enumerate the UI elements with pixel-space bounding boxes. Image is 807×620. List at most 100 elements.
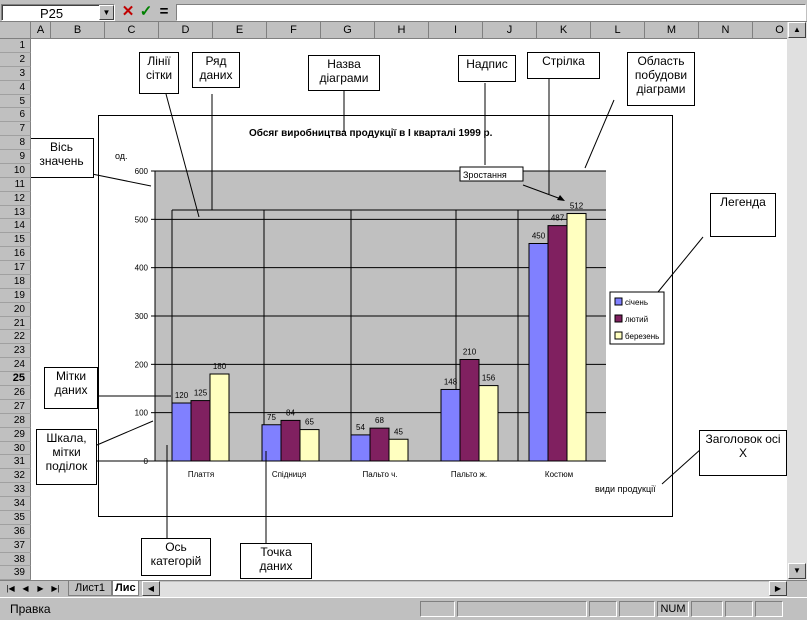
column-header-e[interactable]: E xyxy=(213,22,267,39)
column-header-j[interactable]: J xyxy=(483,22,537,39)
callout-data-series[interactable]: Ряд даних xyxy=(192,52,240,88)
last-sheet-icon[interactable]: ▶| xyxy=(49,582,62,596)
row-header-7[interactable]: 7 xyxy=(0,122,31,137)
bar-лютий-1[interactable] xyxy=(280,419,301,462)
equals-icon[interactable]: = xyxy=(155,4,173,21)
row-header-32[interactable]: 32 xyxy=(0,469,31,484)
row-header-5[interactable]: 5 xyxy=(0,94,31,109)
bar-березень-1[interactable] xyxy=(299,429,320,462)
callout-data-labels[interactable]: Мітки даних xyxy=(44,367,98,409)
row-header-36[interactable]: 36 xyxy=(0,524,31,539)
bar-березень-0[interactable] xyxy=(209,373,230,462)
bar-лютий-3[interactable] xyxy=(459,359,480,462)
callout-value-axis[interactable]: Вісь значень xyxy=(31,138,94,178)
callout-text-box[interactable]: Надпис xyxy=(458,55,516,82)
row-header-39[interactable]: 39 xyxy=(0,566,31,580)
row-header-25[interactable]: 25 xyxy=(0,372,31,386)
bar-лютий-0[interactable] xyxy=(190,400,211,462)
worksheet[interactable]: 0100200300400500600120755414845012584682… xyxy=(31,39,787,580)
scroll-down-icon[interactable]: ▼ xyxy=(788,563,806,579)
callout-chart-title[interactable]: Назва діаграми xyxy=(308,55,380,91)
callout-data-point[interactable]: Точка даних xyxy=(240,543,312,579)
bar-січень-3[interactable] xyxy=(440,388,461,462)
callout-plot-area[interactable]: Область побудови діаграми xyxy=(627,52,695,106)
row-header-15[interactable]: 15 xyxy=(0,233,31,248)
column-header-c[interactable]: C xyxy=(105,22,159,39)
column-header-a[interactable]: A xyxy=(31,22,51,39)
name-box[interactable]: P25 ▼ xyxy=(1,4,115,21)
prev-sheet-icon[interactable]: ◀ xyxy=(19,582,32,596)
row-header-34[interactable]: 34 xyxy=(0,497,31,511)
bar-січень-4[interactable] xyxy=(528,243,549,462)
cancel-icon[interactable]: ✕ xyxy=(119,4,137,21)
row-header-19[interactable]: 19 xyxy=(0,288,31,303)
row-header-9[interactable]: 9 xyxy=(0,150,31,164)
column-header-n[interactable]: N xyxy=(699,22,753,39)
row-header-14[interactable]: 14 xyxy=(0,219,31,234)
bar-січень-0[interactable] xyxy=(171,402,192,462)
scroll-right-icon[interactable]: ▶ xyxy=(769,581,787,596)
bar-січень-2[interactable] xyxy=(350,434,371,462)
row-header-23[interactable]: 23 xyxy=(0,344,31,359)
row-header-31[interactable]: 31 xyxy=(0,455,31,470)
bar-березень-3[interactable] xyxy=(478,385,499,462)
row-header-11[interactable]: 11 xyxy=(0,177,31,192)
callout-arrow[interactable]: Стрілка xyxy=(527,52,600,79)
row-header-38[interactable]: 38 xyxy=(0,552,31,567)
row-header-13[interactable]: 13 xyxy=(0,205,31,220)
row-header-18[interactable]: 18 xyxy=(0,274,31,289)
column-header-d[interactable]: D xyxy=(159,22,213,39)
row-header-20[interactable]: 20 xyxy=(0,302,31,317)
enter-icon[interactable]: ✓ xyxy=(137,4,155,21)
first-sheet-icon[interactable]: |◀ xyxy=(4,582,17,596)
row-header-22[interactable]: 22 xyxy=(0,330,31,345)
column-header-k[interactable]: K xyxy=(537,22,591,39)
row-header-4[interactable]: 4 xyxy=(0,80,31,95)
row-header-37[interactable]: 37 xyxy=(0,538,31,553)
scroll-up-icon[interactable]: ▲ xyxy=(788,22,806,38)
row-header-28[interactable]: 28 xyxy=(0,413,31,428)
row-header-24[interactable]: 24 xyxy=(0,358,31,373)
column-header-l[interactable]: L xyxy=(591,22,645,39)
name-box-dropdown-icon[interactable]: ▼ xyxy=(99,5,114,20)
bar-лютий-4[interactable] xyxy=(547,225,568,462)
row-header-30[interactable]: 30 xyxy=(0,441,31,456)
row-header-8[interactable]: 8 xyxy=(0,136,31,151)
callout-gridlines[interactable]: Лінії сітки xyxy=(139,52,179,94)
sheet-tab-1[interactable]: Лист1 xyxy=(68,581,113,596)
column-header-h[interactable]: H xyxy=(375,22,429,39)
bar-березень-4[interactable] xyxy=(566,213,587,462)
next-sheet-icon[interactable]: ▶ xyxy=(34,582,47,596)
select-all-corner[interactable] xyxy=(0,22,31,39)
row-header-29[interactable]: 29 xyxy=(0,427,31,442)
callout-scale[interactable]: Шкала, мітки поділок xyxy=(36,429,97,485)
sheet-tab-2[interactable]: Лис xyxy=(112,581,139,596)
row-header-17[interactable]: 17 xyxy=(0,261,31,275)
horizontal-scrollbar[interactable]: ◀ ▶ xyxy=(142,581,787,597)
bar-березень-2[interactable] xyxy=(388,438,409,462)
bar-лютий-2[interactable] xyxy=(369,427,390,462)
row-header-27[interactable]: 27 xyxy=(0,399,31,414)
callout-x-axis-title[interactable]: Заголовок осі X xyxy=(699,430,787,476)
row-header-26[interactable]: 26 xyxy=(0,386,31,400)
row-header-6[interactable]: 6 xyxy=(0,108,31,123)
column-header-b[interactable]: B xyxy=(51,22,105,39)
column-header-i[interactable]: I xyxy=(429,22,483,39)
row-header-21[interactable]: 21 xyxy=(0,316,31,331)
callout-legend[interactable]: Легенда xyxy=(710,193,776,237)
scroll-left-icon[interactable]: ◀ xyxy=(142,581,160,596)
row-header-35[interactable]: 35 xyxy=(0,510,31,525)
vertical-scrollbar[interactable]: ▲ ▼ xyxy=(787,22,807,580)
callout-category-axis[interactable]: Ось категорій xyxy=(141,538,211,576)
row-header-3[interactable]: 3 xyxy=(0,66,31,81)
row-header-12[interactable]: 12 xyxy=(0,191,31,206)
row-header-10[interactable]: 10 xyxy=(0,163,31,178)
column-header-g[interactable]: G xyxy=(321,22,375,39)
row-header-1[interactable]: 1 xyxy=(0,39,31,53)
row-header-2[interactable]: 2 xyxy=(0,52,31,67)
row-header-33[interactable]: 33 xyxy=(0,483,31,498)
formula-input[interactable] xyxy=(176,4,806,21)
column-header-f[interactable]: F xyxy=(267,22,321,39)
bar-січень-1[interactable] xyxy=(261,424,282,462)
row-header-16[interactable]: 16 xyxy=(0,247,31,262)
